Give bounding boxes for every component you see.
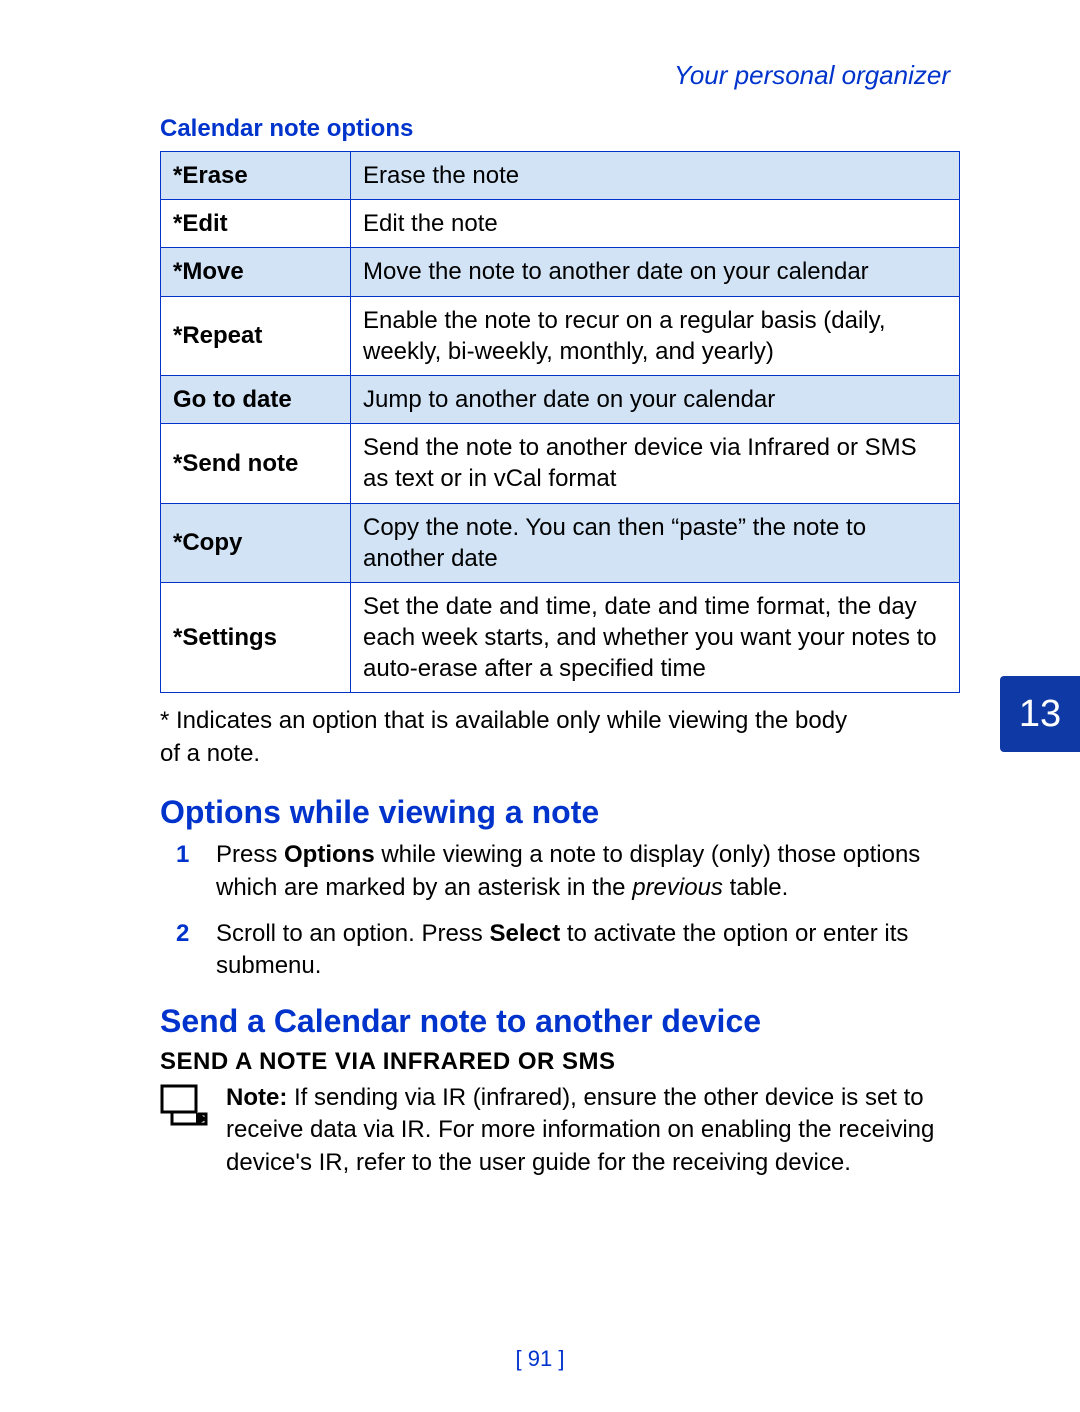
table-row: *Send note Send the note to another devi… [161, 424, 960, 503]
table-row: *Erase Erase the note [161, 152, 960, 200]
manual-page: Your personal organizer Calendar note op… [0, 0, 1080, 1412]
calendar-note-options-table: *Erase Erase the note *Edit Edit the not… [160, 151, 960, 693]
table-caption: Calendar note options [160, 115, 960, 143]
table-footnote: * Indicates an option that is available … [160, 705, 860, 770]
subheading-send-via-ir-or-sms: SEND A NOTE VIA INFRARED OR SMS [160, 1048, 960, 1076]
option-name: *Send note [161, 424, 351, 503]
table-row: Go to date Jump to another date on your … [161, 375, 960, 423]
step-text: Press [216, 841, 284, 868]
step-text: Scroll to an option. Press [216, 920, 489, 947]
option-description: Jump to another date on your calendar [351, 375, 960, 423]
table-body: *Erase Erase the note *Edit Edit the not… [161, 152, 960, 693]
step-text: table. [723, 874, 788, 901]
option-name: *Move [161, 248, 351, 296]
heading-options-while-viewing: Options while viewing a note [160, 794, 960, 831]
table-row: *Settings Set the date and time, date an… [161, 582, 960, 693]
option-description: Send the note to another device via Infr… [351, 424, 960, 503]
heading-send-calendar-note: Send a Calendar note to another device [160, 1003, 960, 1040]
option-name: *Settings [161, 582, 351, 693]
page-number: [ 91 ] [0, 1346, 1080, 1372]
note-body: If sending via IR (infrared), ensure the… [226, 1084, 934, 1176]
option-description: Move the note to another date on your ca… [351, 248, 960, 296]
option-name: Go to date [161, 375, 351, 423]
note-icon [160, 1084, 208, 1135]
table-row: *Repeat Enable the note to recur on a re… [161, 296, 960, 375]
option-description: Erase the note [351, 152, 960, 200]
option-description: Edit the note [351, 200, 960, 248]
option-name: *Repeat [161, 296, 351, 375]
note-text: Note: If sending via IR (infrared), ensu… [226, 1082, 960, 1179]
table-row: *Move Move the note to another date on y… [161, 248, 960, 296]
step-emphasis: previous [632, 874, 723, 901]
step-item: Scroll to an option. Press Select to act… [160, 918, 960, 983]
step-item: Press Options while viewing a note to di… [160, 839, 960, 904]
option-description: Set the date and time, date and time for… [351, 582, 960, 693]
steps-list: Press Options while viewing a note to di… [160, 839, 960, 983]
header-category: Your personal organizer [160, 60, 950, 91]
option-name: *Copy [161, 503, 351, 582]
note-label: Note: [226, 1084, 287, 1111]
option-name: *Erase [161, 152, 351, 200]
table-row: *Edit Edit the note [161, 200, 960, 248]
note-block: Note: If sending via IR (infrared), ensu… [160, 1082, 960, 1179]
table-row: *Copy Copy the note. You can then “paste… [161, 503, 960, 582]
step-keyword: Select [489, 920, 560, 947]
option-description: Copy the note. You can then “paste” the … [351, 503, 960, 582]
step-keyword: Options [284, 841, 375, 868]
option-description: Enable the note to recur on a regular ba… [351, 296, 960, 375]
option-name: *Edit [161, 200, 351, 248]
chapter-number-tab: 13 [1000, 676, 1080, 752]
